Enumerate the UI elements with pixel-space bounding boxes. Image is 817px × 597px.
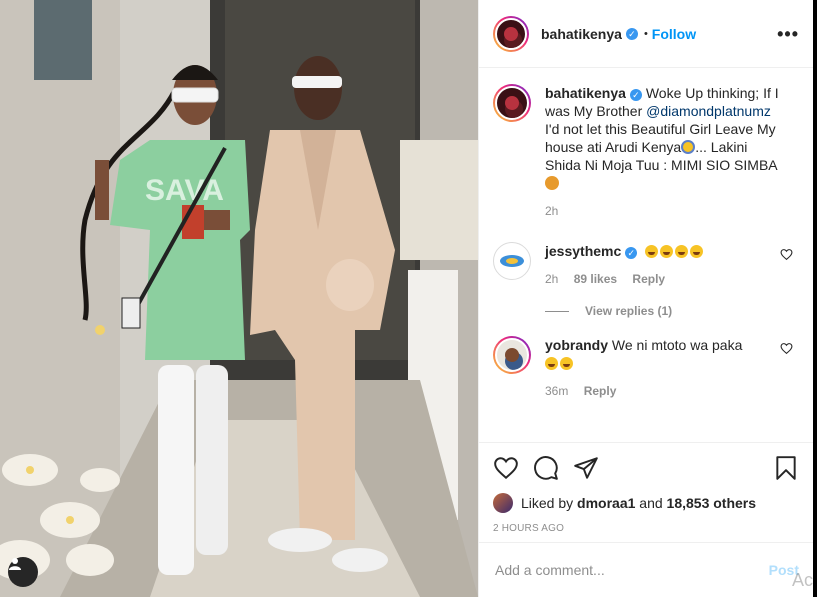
header-separator: • bbox=[643, 27, 648, 40]
comment-age[interactable]: 2h bbox=[545, 272, 558, 286]
post-header: bahatikenya ✓ • Follow ••• bbox=[479, 0, 813, 68]
caption-username[interactable]: bahatikenya bbox=[545, 85, 626, 101]
commenter-avatar[interactable] bbox=[493, 242, 531, 280]
post-actions: Liked by dmoraa1 and 18,853 others 2 HOU… bbox=[479, 442, 813, 534]
post-side-panel: bahatikenya ✓ • Follow ••• bahatikenya ✓ … bbox=[478, 0, 813, 597]
comment-input[interactable] bbox=[495, 562, 769, 578]
person-icon bbox=[9, 558, 21, 570]
reply-button[interactable]: Reply bbox=[632, 272, 665, 286]
comment-item: jessythemc ✓ 2h 89 likes Reply bbox=[493, 242, 797, 288]
caption-mention[interactable]: @diamondplatnumz bbox=[646, 103, 771, 119]
activation-watermark: Ac bbox=[791, 570, 813, 590]
action-icons bbox=[493, 453, 799, 483]
comment-item: yobrandy We ni mtoto wa paka 36m Reply bbox=[493, 336, 797, 400]
svg-text:SAVA: SAVA bbox=[145, 174, 224, 207]
likes-count[interactable]: 18,853 others bbox=[667, 495, 757, 511]
commenter-logo bbox=[500, 255, 524, 267]
laughing-emoji-icon bbox=[675, 245, 689, 258]
follow-button[interactable]: Follow bbox=[652, 26, 696, 42]
laughing-emoji-icon bbox=[560, 357, 573, 370]
likes-prefix: Liked by bbox=[521, 495, 574, 511]
heart-icon[interactable] bbox=[493, 455, 519, 481]
comment-meta: 2h 89 likes Reply bbox=[545, 270, 775, 288]
lion-emoji-icon bbox=[545, 176, 559, 190]
author-username[interactable]: bahatikenya bbox=[541, 26, 622, 42]
laughing-emoji-icon bbox=[645, 245, 659, 258]
caption-meta: 2h bbox=[545, 202, 787, 220]
user-tag-icon[interactable] bbox=[8, 557, 38, 587]
verified-badge-icon: ✓ bbox=[625, 247, 638, 259]
liker-username[interactable]: dmoraa1 bbox=[577, 495, 635, 511]
comment-username[interactable]: yobrandy bbox=[545, 337, 608, 353]
comment-username[interactable]: jessythemc bbox=[545, 243, 621, 259]
comment-icon[interactable] bbox=[533, 455, 559, 481]
verified-badge-icon: ✓ bbox=[625, 27, 638, 40]
comment-like-heart-icon[interactable] bbox=[780, 248, 793, 261]
post-photo-image: SAVA bbox=[0, 0, 478, 597]
likes-middle: and bbox=[639, 495, 663, 511]
bookmark-icon[interactable] bbox=[773, 455, 799, 481]
comment-meta: 36m Reply bbox=[545, 382, 775, 400]
commenter-avatar[interactable] bbox=[493, 336, 531, 374]
laughing-emoji-icon bbox=[690, 245, 704, 258]
post-timestamp[interactable]: 2 HOURS AGO bbox=[493, 523, 799, 534]
likes-summary: Liked by dmoraa1 and 18,853 others bbox=[493, 493, 799, 513]
comment-like-heart-icon[interactable] bbox=[780, 342, 793, 355]
caption-age[interactable]: 2h bbox=[545, 204, 558, 218]
comment-likes[interactable]: 89 likes bbox=[574, 272, 617, 286]
caption: bahatikenya ✓ Woke Up thinking; If I was … bbox=[493, 84, 797, 220]
liker-avatar[interactable] bbox=[493, 493, 513, 513]
replies-divider bbox=[545, 310, 569, 312]
reply-button[interactable]: Reply bbox=[584, 384, 617, 398]
author-avatar[interactable] bbox=[493, 15, 529, 52]
comment-text: We ni mtoto wa paka bbox=[611, 337, 743, 353]
instagram-post-modal: SAVA bahatikenya ✓ • Follow ••• bahatike… bbox=[0, 0, 817, 597]
caption-avatar[interactable] bbox=[493, 84, 531, 122]
verified-badge-icon: ✓ bbox=[629, 89, 642, 101]
post-photo[interactable]: SAVA bbox=[0, 0, 478, 597]
laughing-emoji-icon bbox=[545, 357, 558, 370]
comment-age[interactable]: 36m bbox=[545, 384, 568, 398]
view-replies-button[interactable]: View replies (1) bbox=[545, 304, 797, 318]
paper-plane-icon[interactable] bbox=[573, 455, 599, 481]
laughing-emoji-icon bbox=[660, 245, 674, 258]
face-emoji-icon bbox=[681, 140, 696, 154]
view-replies-label[interactable]: View replies (1) bbox=[585, 304, 672, 318]
add-comment-bar: Post bbox=[479, 542, 813, 597]
comments-list[interactable]: bahatikenya ✓ Woke Up thinking; If I was … bbox=[479, 68, 813, 442]
more-options-icon[interactable]: ••• bbox=[777, 24, 799, 45]
comment-emojis bbox=[645, 243, 705, 259]
